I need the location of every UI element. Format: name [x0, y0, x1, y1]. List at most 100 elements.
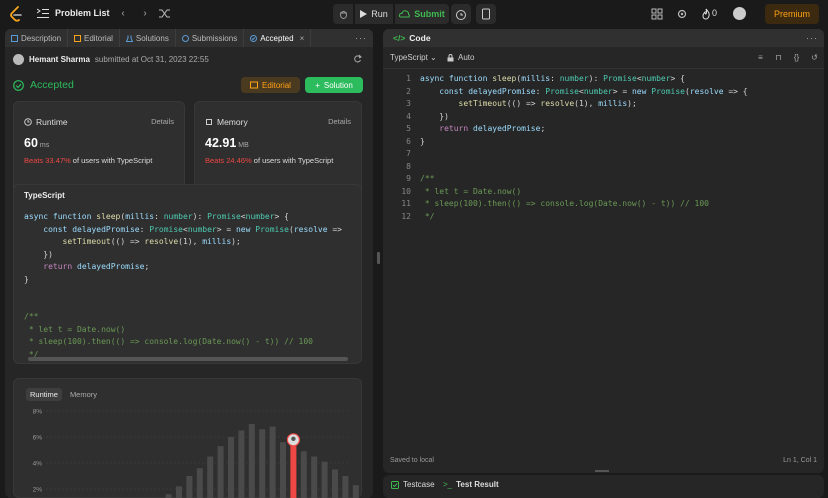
submitted-code-card: TypeScript async function sleep(millis: … — [13, 184, 362, 364]
test-result-label: Test Result — [456, 480, 499, 489]
tab-testcase[interactable]: Testcase — [391, 480, 435, 489]
leetcode-logo[interactable] — [9, 6, 23, 22]
editor-toolbar: TypeScript ⌄ Auto ≡ ⊓ {} ↺ — [383, 47, 824, 69]
tab-label: Solutions — [135, 33, 169, 43]
bookmark-icon[interactable]: ⊓ — [774, 53, 783, 62]
tab-label: Editorial — [84, 33, 113, 43]
note-icon — [482, 8, 490, 20]
highlighted-bar[interactable] — [290, 444, 297, 498]
braces-icon[interactable]: {} — [792, 53, 801, 62]
code-editor[interactable]: async function sleep(millis: number): Pr… — [420, 73, 748, 223]
author-avatar[interactable] — [13, 54, 24, 65]
streak-count: 0 — [712, 8, 718, 18]
shuffle-icon[interactable] — [159, 8, 170, 19]
chart-bar[interactable] — [321, 461, 328, 498]
code-tabbar: </> Code ··· — [383, 29, 824, 47]
more-icon[interactable]: ··· — [806, 33, 818, 43]
chart-bar[interactable] — [269, 426, 276, 498]
tab-submissions[interactable]: Submissions — [176, 29, 245, 47]
author-name[interactable]: Hemant Sharma — [29, 55, 90, 64]
problem-list-link[interactable]: Problem List — [55, 8, 110, 18]
panel-resize-handle[interactable] — [595, 470, 609, 472]
runtime-beats-percent: Beats 33.47% — [24, 156, 71, 165]
chart-bar[interactable] — [238, 430, 245, 498]
prev-problem-button[interactable]: ‹ — [117, 7, 129, 20]
submission-info: Hemant Sharma submitted at Oct 31, 2023 … — [13, 54, 209, 65]
line-numbers: 1 2 3 4 5 6 7 8 9 10 11 12 — [401, 74, 411, 221]
checkbox-icon — [391, 480, 399, 489]
distribution-chart-card: Runtime Memory 8% 6% 4% 2% — [13, 378, 362, 498]
chart-bar[interactable] — [342, 476, 349, 498]
fire-icon[interactable] — [700, 8, 712, 20]
share-icon[interactable] — [353, 54, 362, 63]
reset-icon[interactable]: ↺ — [810, 53, 819, 62]
chart-bar[interactable] — [300, 451, 307, 498]
avatar-face-icon — [291, 436, 296, 441]
cursor-position: Ln 1, Col 1 — [783, 457, 817, 464]
left-tabbar: Description Editorial Solutions Submissi… — [5, 29, 373, 47]
editorial-label: Editorial — [262, 80, 291, 90]
memory-value: 42.91 — [205, 136, 237, 150]
tab-test-result[interactable]: >_ Test Result — [443, 480, 499, 489]
terminal-icon: >_ — [443, 480, 453, 489]
runtime-heading: Runtime — [24, 117, 68, 127]
tab-description[interactable]: Description — [5, 29, 69, 47]
memory-value-row: 42.91 MB — [205, 136, 249, 150]
submitted-time: submitted at Oct 31, 2023 22:55 — [94, 55, 209, 64]
editorial-button[interactable]: Editorial — [241, 77, 300, 93]
chart-bar[interactable] — [280, 442, 286, 498]
premium-button[interactable]: Premium — [765, 4, 819, 24]
run-button[interactable]: Run — [355, 4, 393, 24]
format-icon[interactable]: ≡ — [756, 53, 765, 62]
memory-details-link[interactable]: Details — [328, 117, 351, 126]
language-select[interactable]: TypeScript ⌄ — [390, 53, 437, 62]
tab-label: Accepted — [260, 33, 294, 43]
submit-button[interactable]: Submit — [395, 4, 449, 24]
chart-bar[interactable] — [217, 446, 224, 498]
gear-icon[interactable] — [676, 8, 688, 20]
left-panel: Description Editorial Solutions Submissi… — [5, 29, 373, 498]
y-tick-label: 4% — [33, 461, 43, 468]
chip-icon — [206, 119, 212, 125]
tab-solutions[interactable]: Solutions — [120, 29, 176, 47]
more-icon[interactable]: ··· — [355, 33, 367, 43]
auto-mode[interactable]: Auto — [447, 53, 474, 62]
timer-button[interactable] — [451, 4, 471, 24]
solution-button[interactable]: + Solution — [305, 77, 363, 93]
runtime-details-link[interactable]: Details — [151, 117, 174, 126]
horizontal-scrollbar[interactable] — [28, 357, 348, 361]
tab-label: Description — [21, 33, 62, 43]
tab-label: Submissions — [191, 33, 238, 43]
clock-icon — [24, 118, 32, 126]
notes-button[interactable] — [476, 4, 496, 24]
testcase-label: Testcase — [403, 480, 435, 489]
chart-bar[interactable] — [352, 485, 359, 498]
list-icon[interactable] — [37, 8, 49, 19]
tab-editorial[interactable]: Editorial — [68, 29, 120, 47]
chart-bar[interactable] — [248, 424, 255, 498]
chart-bar[interactable] — [228, 437, 234, 498]
chart-bar[interactable] — [186, 476, 193, 498]
close-icon[interactable]: × — [300, 34, 305, 43]
chart-bar[interactable] — [332, 469, 338, 498]
next-problem-button[interactable]: › — [139, 7, 151, 20]
lock-icon — [447, 53, 454, 61]
book-icon — [74, 34, 82, 42]
panel-resize-handle[interactable] — [377, 252, 380, 264]
memory-unit: MB — [238, 142, 249, 149]
auto-label: Auto — [458, 53, 475, 62]
book-icon — [250, 81, 259, 89]
debug-button[interactable] — [333, 4, 353, 24]
tab-accepted[interactable]: Accepted × — [244, 29, 312, 47]
chart-bar[interactable] — [259, 429, 266, 498]
chart-bar[interactable] — [196, 468, 203, 498]
layout-icon[interactable] — [651, 8, 663, 20]
alarm-icon — [456, 10, 466, 20]
chart-bar[interactable] — [207, 456, 214, 498]
avatar[interactable] — [733, 7, 746, 20]
submitted-code: async function sleep(millis: number): Pr… — [24, 212, 342, 359]
chart-bar[interactable] — [311, 456, 318, 498]
chart-bar[interactable] — [165, 494, 172, 498]
tab-code[interactable]: </> Code — [393, 33, 431, 43]
chart-bar[interactable] — [176, 486, 182, 498]
